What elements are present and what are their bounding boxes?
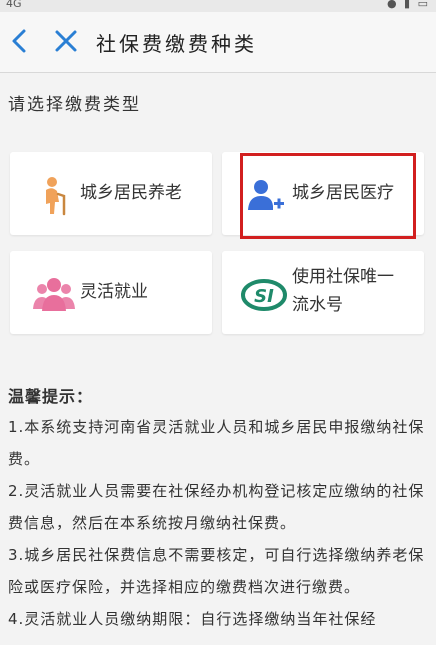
option-flexible-employment[interactable]: 灵活就业: [10, 251, 212, 334]
option-label: 城乡居民养老: [80, 183, 182, 203]
option-urban-rural-pension[interactable]: 城乡居民养老: [10, 152, 212, 235]
close-button[interactable]: [52, 26, 80, 56]
option-label-line1: 使用社保唯一: [292, 267, 394, 287]
back-button[interactable]: [6, 26, 34, 56]
elderly-person-icon: [32, 174, 76, 218]
chevron-left-icon: [12, 29, 26, 53]
si-logo-icon: SI: [240, 273, 287, 317]
option-label: 灵活就业: [80, 282, 148, 302]
close-icon: [55, 30, 77, 52]
tips-section: 温馨提示： 1.本系统支持河南省灵活就业人员和城乡居民申报缴纳社保费。 2.灵活…: [8, 383, 432, 635]
section-label: 请选择缴费类型: [8, 95, 141, 115]
people-group-icon: [32, 273, 76, 317]
tips-title: 温馨提示：: [8, 387, 94, 406]
tip-item: 4.灵活就业人员缴纳期限：自行选择缴纳当年社保经: [8, 610, 377, 628]
selection-highlight: [240, 153, 416, 239]
header-bar: 社保费缴费种类: [0, 12, 436, 73]
option-label-line2: 流水号: [292, 295, 343, 315]
option-unique-serial-number[interactable]: SI 使用社保唯一 流水号: [222, 251, 424, 334]
status-bar: 4G ● ▮ ▭: [0, 0, 436, 12]
status-network: 4G: [6, 0, 22, 10]
svg-text:SI: SI: [254, 286, 274, 307]
tip-item: 2.灵活就业人员需要在社保经办机构登记核定应缴纳的社保费信息，然后在本系统按月缴…: [8, 482, 425, 532]
tip-item: 1.本系统支持河南省灵活就业人员和城乡居民申报缴纳社保费。: [8, 418, 425, 468]
tip-item: 3.城乡居民社保费信息不需要核定，可自行选择缴纳养老保险或医疗保险，并选择相应的…: [8, 546, 425, 596]
status-icons: ● ▮ ▭: [386, 0, 430, 10]
page-title: 社保费缴费种类: [96, 32, 257, 56]
